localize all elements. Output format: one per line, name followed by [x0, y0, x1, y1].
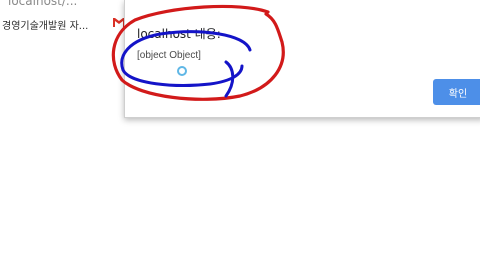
dialog-message: [object Object] — [137, 50, 201, 61]
alert-dialog: localhost 내용: [object Object] 확인 — [124, 0, 480, 118]
mouse-cursor-highlight — [177, 66, 187, 76]
ok-button[interactable]: 확인 — [433, 79, 480, 105]
address-bar-url[interactable]: localhost/... — [8, 0, 77, 8]
bookmark-item[interactable]: 경영기술개발원 자... — [2, 17, 88, 32]
dialog-title: localhost 내용: — [137, 27, 221, 41]
